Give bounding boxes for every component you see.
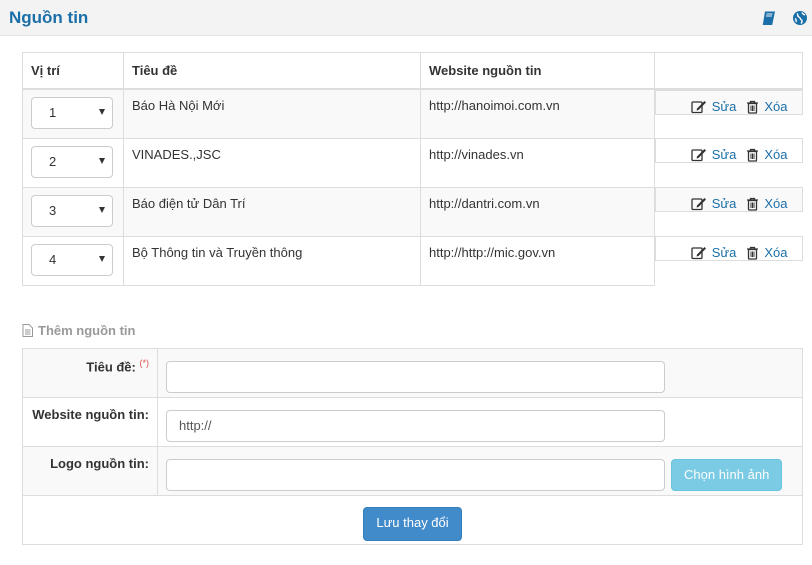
actions-cell: Sửa Xóa (655, 90, 803, 115)
position-value: 2 (49, 153, 57, 169)
actions-cell: Sửa Xóa (655, 138, 803, 163)
actions-cell: Sửa Xóa (655, 236, 803, 261)
position-value: 3 (49, 202, 57, 218)
form-row-logo: Logo nguồn tin: Chọn hình ảnh (22, 446, 803, 496)
edit-button[interactable]: Sửa (691, 99, 737, 114)
save-changes-button[interactable]: Lưu thay đổi (363, 507, 462, 541)
delete-button[interactable]: Xóa (746, 99, 788, 114)
edit-icon (691, 246, 706, 259)
logo-label: Logo nguồn tin: (50, 456, 149, 471)
position-value: 1 (49, 105, 57, 120)
position-cell: 2 (22, 137, 124, 188)
required-mark: (*) (139, 358, 150, 368)
website-cell: http://hanoimoi.com.vn (420, 88, 655, 139)
logo-label-cell: Logo nguồn tin: (22, 446, 158, 496)
column-header-title: Tiêu đề (123, 52, 421, 90)
form-caption: Thêm nguồn tin (22, 323, 135, 338)
edit-button[interactable]: Sửa (691, 147, 737, 162)
table-row: 1 Báo Hà Nội Mới http://hanoimoi.com.vn … (22, 88, 803, 139)
caret-down-icon (99, 255, 105, 262)
caret-down-icon (99, 157, 105, 164)
book-icon[interactable] (761, 10, 777, 26)
edit-icon (691, 197, 706, 210)
table-row: 2 VINADES.,JSC http://vinades.vn Sửa Xóa (22, 137, 803, 188)
page-title: Nguồn tin (9, 8, 89, 27)
delete-button[interactable]: Xóa (746, 245, 788, 260)
actions-cell: Sửa Xóa (655, 187, 803, 212)
website-cell: http://dantri.com.vn (420, 186, 655, 237)
title-label-cell: Tiêu đề: (*) (22, 348, 158, 398)
website-label-cell: Website nguồn tin: (22, 397, 158, 447)
position-select[interactable]: 3 (31, 194, 113, 227)
delete-label: Xóa (764, 147, 788, 162)
title-cell: Báo điện tử Dân Trí (123, 186, 421, 237)
edit-label: Sửa (711, 196, 737, 211)
position-select[interactable]: 1 (31, 97, 113, 129)
submit-cell: Lưu thay đổi (22, 495, 803, 545)
website-input-cell: http:// (157, 397, 803, 447)
column-header-actions (654, 52, 803, 90)
choose-image-button[interactable]: Chọn hình ảnh (671, 459, 783, 491)
title-cell: Báo Hà Nội Mới (123, 88, 421, 139)
position-cell: 4 (22, 235, 124, 286)
website-cell: http://http://mic.gov.vn (420, 235, 655, 286)
trash-icon (747, 148, 759, 162)
table-row: 4 Bộ Thông tin và Truyền thông http://ht… (22, 235, 803, 286)
column-header-website: Website nguồn tin (420, 52, 655, 90)
title-input-cell (157, 348, 803, 398)
logo-input-cell: Chọn hình ảnh (157, 446, 803, 496)
title-input[interactable] (166, 361, 665, 393)
table-header-row: Vị trí Tiêu đề Website nguồn tin (22, 52, 803, 90)
position-select[interactable]: 2 (31, 145, 113, 178)
trash-icon (747, 100, 759, 114)
title-cell: Bộ Thông tin và Truyền thông (123, 235, 421, 286)
caret-down-icon (99, 109, 105, 115)
position-value: 4 (49, 251, 57, 267)
table-row: 3 Báo điện tử Dân Trí http://dantri.com.… (22, 186, 803, 237)
news-source-table: Vị trí Tiêu đề Website nguồn tin 1 Báo H… (22, 52, 803, 286)
logo-input-group: Chọn hình ảnh (158, 451, 802, 491)
edit-button[interactable]: Sửa (691, 196, 737, 211)
delete-button[interactable]: Xóa (746, 147, 788, 162)
add-source-form: Tiêu đề: (*) Website nguồn tin: http:// … (22, 348, 803, 545)
caret-down-icon (99, 206, 105, 213)
delete-label: Xóa (764, 99, 788, 114)
trash-icon (747, 197, 759, 211)
edit-label: Sửa (711, 245, 737, 260)
title-label: Tiêu đề: (86, 359, 136, 375)
edit-label: Sửa (711, 147, 737, 162)
page-header: Nguồn tin (0, 0, 812, 36)
form-caption-text: Thêm nguồn tin (38, 323, 136, 338)
trash-icon (747, 246, 759, 260)
delete-label: Xóa (764, 245, 788, 260)
form-row-submit: Lưu thay đổi (22, 495, 803, 545)
title-cell: VINADES.,JSC (123, 137, 421, 188)
position-cell: 1 (22, 88, 124, 139)
edit-icon (691, 100, 706, 113)
column-header-position: Vị trí (22, 52, 124, 90)
form-row-website: Website nguồn tin: http:// (22, 397, 803, 447)
website-label: Website nguồn tin: (32, 407, 149, 422)
edit-label: Sửa (711, 99, 737, 114)
globe-icon[interactable] (792, 10, 808, 26)
position-cell: 3 (22, 186, 124, 237)
file-icon (22, 324, 33, 337)
form-row-title: Tiêu đề: (*) (22, 348, 803, 398)
edit-button[interactable]: Sửa (691, 245, 737, 260)
website-cell: http://vinades.vn (420, 137, 655, 188)
logo-input[interactable] (166, 459, 665, 491)
delete-label: Xóa (764, 196, 788, 211)
website-input[interactable]: http:// (166, 410, 665, 442)
edit-icon (691, 148, 706, 161)
delete-button[interactable]: Xóa (746, 196, 788, 211)
position-select[interactable]: 4 (31, 243, 113, 276)
